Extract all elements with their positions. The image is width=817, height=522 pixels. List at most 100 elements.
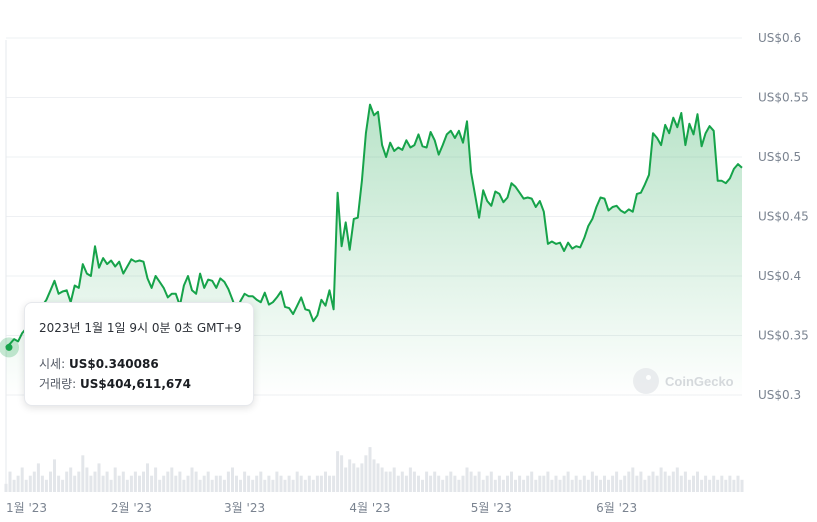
volume-bar [615, 471, 619, 492]
volume-bar [465, 467, 469, 492]
tooltip-price-label: 시세: [39, 357, 69, 371]
volume-bar [344, 467, 348, 492]
x-axis-ticks: 1월 '23 2월 '23 3월 '23 4월 '23 5월 '23 6월 '23 [6, 501, 637, 515]
volume-bar [121, 471, 125, 492]
volume-bar [489, 471, 493, 492]
volume-bar [510, 471, 513, 492]
y-tick-label: US$0.55 [758, 91, 809, 105]
volume-bar [24, 479, 28, 492]
price-chart[interactable]: US$0.6 US$0.55 US$0.5 US$0.45 US$0.4 US$0.35 U… [0, 0, 817, 522]
volume-bar [243, 471, 247, 492]
volume-bar [372, 459, 376, 492]
volume-bar [101, 475, 105, 492]
volume-bar [36, 463, 40, 492]
volume-bar [16, 475, 20, 492]
volume-bar [32, 471, 36, 492]
volume-bar [231, 467, 234, 492]
volume-bar [109, 479, 113, 492]
volume-bar [206, 471, 210, 492]
volume-bar [708, 479, 712, 492]
volume-bar [348, 459, 352, 492]
volume-bar [299, 475, 303, 492]
volume-bar [631, 467, 635, 492]
volume-bar [218, 475, 222, 492]
volume-bar [210, 479, 214, 492]
volume-bar [704, 475, 708, 492]
volume-bar [65, 471, 69, 492]
y-tick-label: US$0.3 [758, 388, 801, 402]
volume-bar [113, 467, 117, 492]
volume-bar [89, 475, 93, 492]
tooltip-date: 2023년 1월 1일 9시 0분 0초 GMT+9 [39, 321, 242, 335]
volume-bar [594, 475, 598, 492]
tooltip-price-row: 시세: US$0.340086 [39, 355, 159, 372]
volume-bar [562, 475, 566, 492]
volume-bar [501, 479, 505, 492]
volume-bar [404, 475, 408, 492]
x-tick-label: 1월 '23 [6, 501, 47, 515]
volume-bar [267, 475, 271, 492]
volume-bar [263, 479, 267, 492]
coingecko-watermark: CoinGecko [633, 368, 734, 394]
volume-bar [692, 475, 695, 492]
volume-bar [129, 475, 133, 492]
volume-bar [457, 479, 461, 492]
volume-bar [590, 471, 594, 492]
volume-bar [732, 479, 736, 492]
volume-bar [146, 463, 149, 492]
volume-bar [81, 455, 85, 492]
volume-bar [679, 475, 683, 492]
volume-bar [283, 479, 287, 492]
volume-bar [542, 475, 546, 492]
volume-bar [214, 475, 218, 492]
volume-bar [538, 475, 542, 492]
volume-bar [643, 479, 647, 492]
volume-bar [566, 471, 570, 492]
volume-bar [247, 475, 251, 492]
volume-bar [384, 471, 388, 492]
volume-bar [235, 475, 238, 492]
volume-bar [586, 479, 590, 492]
volume-bar [28, 475, 32, 492]
y-tick-label: US$0.45 [758, 210, 809, 224]
volume-bar [441, 479, 445, 492]
volume-bar [8, 471, 12, 492]
volume-bar [303, 479, 307, 492]
volume-bar [635, 475, 639, 492]
volume-bar [506, 475, 509, 492]
volume-bar [497, 475, 501, 492]
volume-bar [696, 471, 699, 492]
volume-bar [364, 455, 368, 492]
volume-bar [619, 479, 623, 492]
volume-bar [659, 467, 663, 492]
volume-bar [356, 467, 360, 492]
volume-bar [720, 475, 724, 492]
volume-bar [639, 471, 643, 492]
y-tick-label: US$0.35 [758, 329, 809, 343]
volume-bar [445, 475, 449, 492]
volume-bar [417, 475, 420, 492]
volume-bar [437, 475, 441, 492]
x-tick-label: 2월 '23 [111, 501, 152, 515]
volume-bar [324, 471, 327, 492]
volume-bar [222, 479, 226, 492]
volume-bar [105, 471, 109, 492]
volume-bar [44, 479, 48, 492]
volume-bar [287, 475, 291, 492]
volume-bar [599, 479, 602, 492]
volume-bar [166, 471, 170, 492]
volume-bar [570, 479, 574, 492]
volume-bar [4, 483, 8, 492]
volume-bar [477, 471, 481, 492]
volume-bar [368, 447, 372, 492]
volume-bar [607, 479, 610, 492]
volume-bar [202, 475, 206, 492]
volume-bar [271, 479, 275, 492]
volume-bar [550, 479, 554, 492]
volume-bar [97, 463, 101, 492]
y-tick-label: US$0.5 [758, 150, 801, 164]
volume-bar [49, 471, 52, 492]
volume-bar [319, 475, 323, 492]
volume-bar [449, 471, 453, 492]
volume-bar [376, 463, 380, 492]
